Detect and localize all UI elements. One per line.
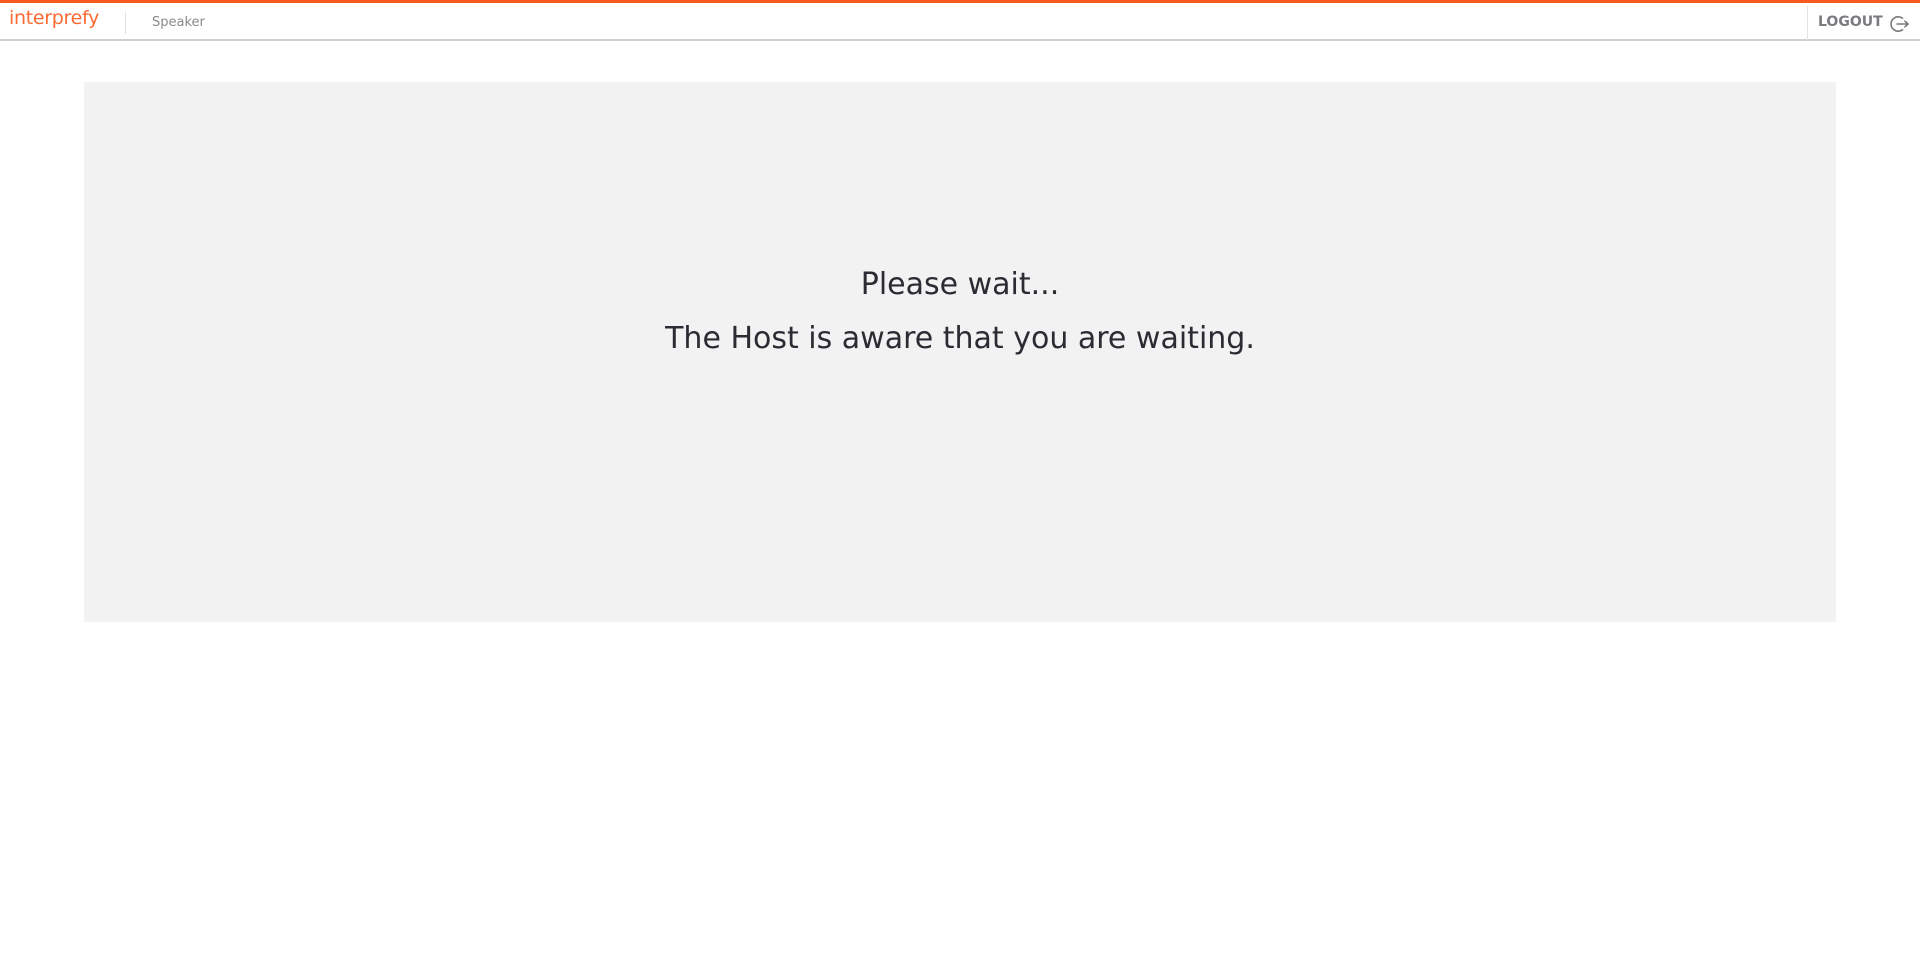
role-label: Speaker <box>152 15 205 30</box>
header-divider <box>125 12 126 34</box>
waiting-panel: Please wait... The Host is aware that yo… <box>84 82 1836 622</box>
wait-message: The Host is aware that you are waiting. <box>665 321 1255 356</box>
brand-logo: interprefy <box>9 6 103 36</box>
logout-label: LOGOUT <box>1818 14 1883 30</box>
logout-icon <box>1890 16 1909 32</box>
logout-button[interactable]: LOGOUT <box>1807 6 1920 40</box>
brand-name: interprefy <box>9 7 100 29</box>
app-root: interprefy Speaker LOGOUT Please wait...… <box>0 0 1920 969</box>
wait-heading: Please wait... <box>860 267 1060 302</box>
top-bar: interprefy Speaker LOGOUT <box>0 0 1920 41</box>
